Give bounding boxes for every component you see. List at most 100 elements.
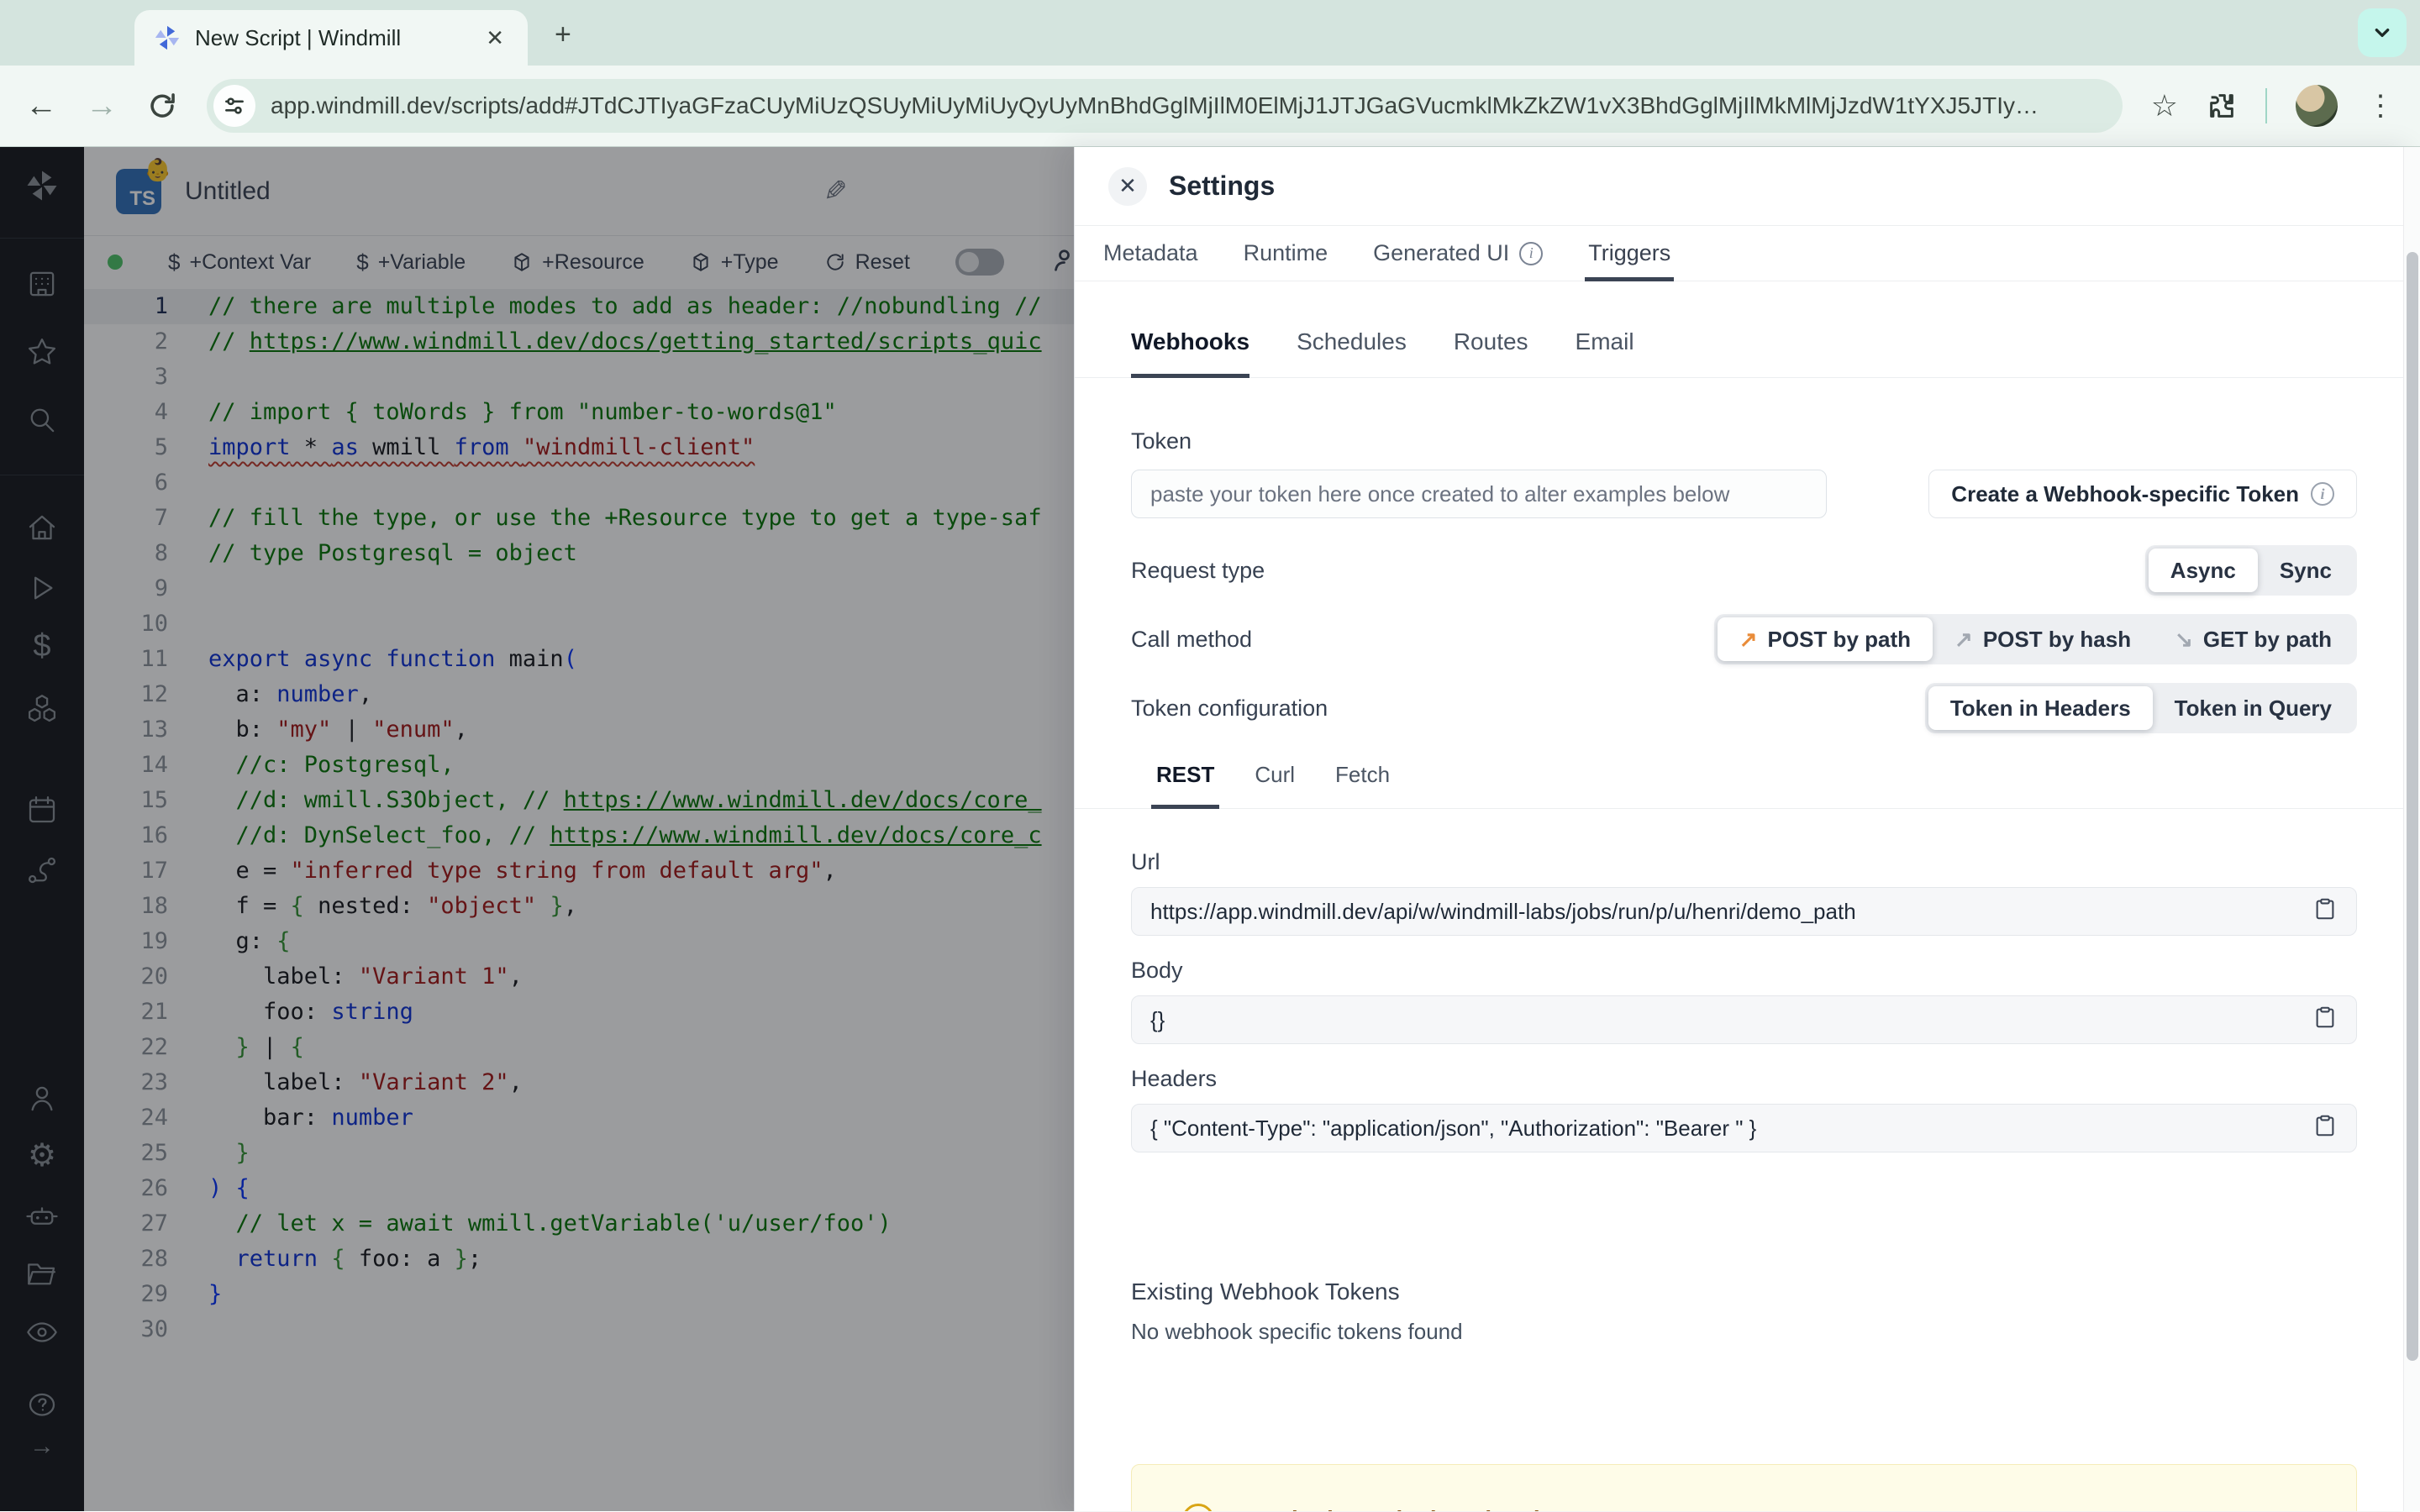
browser-tab[interactable]: New Script | Windmill ✕ <box>134 10 528 66</box>
tab-routes[interactable]: Routes <box>1454 328 1528 377</box>
back-button[interactable]: ← <box>25 90 57 122</box>
panel-scrollbar[interactable] <box>2403 147 2420 1511</box>
forward-button[interactable]: → <box>86 90 118 122</box>
code-line[interactable]: 29} <box>84 1277 1074 1312</box>
diff-toggle[interactable] <box>955 249 1004 276</box>
code-line[interactable]: 23 label: "Variant 2", <box>84 1065 1074 1100</box>
edit-pencil-icon[interactable]: ✎ <box>823 175 848 208</box>
code-line[interactable]: 28 return { foo: a }; <box>84 1242 1074 1277</box>
profile-avatar[interactable] <box>2296 85 2338 127</box>
code-line[interactable]: 22 } | { <box>84 1030 1074 1065</box>
code-line[interactable]: 18 f = { nested: "object" }, <box>84 889 1074 924</box>
code-line[interactable]: 19 g: { <box>84 924 1074 959</box>
code-lines[interactable]: 1 // there are multiple modes to add as h… <box>84 289 1074 1511</box>
sidebar-item-workers[interactable] <box>0 1199 84 1234</box>
windmill-logo-icon[interactable] <box>0 168 84 203</box>
sidebar-item-settings[interactable]: ⚙ <box>0 1140 84 1172</box>
sidebar-item-home[interactable] <box>0 510 84 545</box>
code-line[interactable]: 10 <box>84 606 1074 642</box>
add-context-var-button[interactable]: $ +Context Var <box>168 249 311 276</box>
option-get-by-path[interactable]: ↘ GET by path <box>2153 617 2354 661</box>
assistant-person-icon[interactable] <box>1050 248 1074 277</box>
sidebar-collapse-arrow-icon[interactable]: → <box>0 1434 84 1459</box>
code-line[interactable]: 3 <box>84 360 1074 395</box>
create-webhook-token-button[interactable]: Create a Webhook-specific Token i <box>1928 470 2357 518</box>
reload-button[interactable] <box>146 90 178 122</box>
url-bar[interactable]: app.windmill.dev/scripts/add#JTdCJTIyaGF… <box>207 79 2123 133</box>
tab-schedules[interactable]: Schedules <box>1297 328 1407 377</box>
sidebar-item-workspace[interactable] <box>0 266 84 302</box>
close-icon[interactable]: ✕ <box>1108 166 1147 206</box>
code-line[interactable]: 27 // let x = await wmill.getVariable('u… <box>84 1206 1074 1242</box>
code-line[interactable]: 9 <box>84 571 1074 606</box>
copy-icon[interactable] <box>2312 896 2338 927</box>
code-line[interactable]: 2 // https://www.windmill.dev/docs/gettin… <box>84 324 1074 360</box>
option-post-by-hash[interactable]: ↗ POST by hash <box>1933 617 2153 661</box>
sidebar-item-help[interactable] <box>0 1389 84 1424</box>
tab-email[interactable]: Email <box>1576 328 1634 377</box>
tab-rest[interactable]: REST <box>1150 762 1220 809</box>
tab-search-button[interactable] <box>2358 8 2407 57</box>
code-line[interactable]: 21 foo: string <box>84 995 1074 1030</box>
option-async[interactable]: Async <box>2148 549 2258 592</box>
script-title[interactable]: Untitled <box>185 177 271 206</box>
code-line[interactable]: 7 // fill the type, or use the +Resource … <box>84 501 1074 536</box>
sidebar-item-runs[interactable] <box>0 570 84 606</box>
tab-close-icon[interactable]: ✕ <box>481 25 509 51</box>
url-text[interactable]: app.windmill.dev/scripts/add#JTdCJTIyaGF… <box>271 92 2039 119</box>
option-token-in-headers[interactable]: Token in Headers <box>1928 686 2153 730</box>
code-line[interactable]: 13 b: "my" | "enum", <box>84 712 1074 748</box>
sidebar-item-audit-logs[interactable] <box>0 1315 84 1350</box>
token-input[interactable] <box>1131 470 1827 518</box>
tab-triggers[interactable]: Triggers <box>1585 226 1675 281</box>
code-line[interactable]: 30 <box>84 1312 1074 1347</box>
extensions-icon[interactable] <box>2207 91 2237 121</box>
sidebar-item-schedules[interactable] <box>0 792 84 827</box>
sidebar-item-search[interactable] <box>0 402 84 438</box>
add-resource-button[interactable]: +Resource <box>511 250 644 275</box>
browser-menu-icon[interactable]: ⋮ <box>2366 89 2395 123</box>
code-line[interactable]: 4 // import { toWords } from "number-to-w… <box>84 395 1074 430</box>
code-line[interactable]: 6 <box>84 465 1074 501</box>
option-token-in-query[interactable]: Token in Query <box>2153 686 2354 730</box>
add-type-button[interactable]: +Type <box>690 250 779 275</box>
body-field[interactable]: {} <box>1131 995 2357 1044</box>
tab-runtime[interactable]: Runtime <box>1244 226 1328 281</box>
tab-webhooks[interactable]: Webhooks <box>1131 328 1250 378</box>
code-line[interactable]: 5 import * as wmill from "windmill-client… <box>84 430 1074 465</box>
tab-fetch[interactable]: Fetch <box>1335 762 1390 808</box>
copy-icon[interactable] <box>2312 1005 2338 1036</box>
url-field[interactable]: https://app.windmill.dev/api/w/windmill-… <box>1131 887 2357 936</box>
code-line[interactable]: 1 // there are multiple modes to add as h… <box>84 289 1074 324</box>
site-settings-icon[interactable] <box>213 85 255 127</box>
sidebar-item-user[interactable] <box>0 1081 84 1116</box>
code-line[interactable]: 24 bar: number <box>84 1100 1074 1136</box>
new-tab-button[interactable]: + <box>555 18 571 51</box>
code-line[interactable]: 25 } <box>84 1136 1074 1171</box>
sidebar-item-variables[interactable]: $ <box>0 630 84 662</box>
code-line[interactable]: 26) { <box>84 1171 1074 1206</box>
code-line[interactable]: 14 //c: Postgresql, <box>84 748 1074 783</box>
sidebar-item-routes[interactable] <box>0 853 84 888</box>
headers-field[interactable]: { "Content-Type": "application/json", "A… <box>1131 1104 2357 1152</box>
code-line[interactable]: 20 label: "Variant 1", <box>84 959 1074 995</box>
copy-icon[interactable] <box>2312 1113 2338 1144</box>
bookmark-star-icon[interactable]: ☆ <box>2151 88 2178 123</box>
tab-curl[interactable]: Curl <box>1255 762 1295 808</box>
code-line[interactable]: 11 export async function main( <box>84 642 1074 677</box>
add-variable-button[interactable]: $ +Variable <box>356 249 466 276</box>
code-line[interactable]: 15 //d: wmill.S3Object, // https://www.w… <box>84 783 1074 818</box>
code-line[interactable]: 8 // type Postgresql = object <box>84 536 1074 571</box>
tab-metadata[interactable]: Metadata <box>1103 226 1198 281</box>
reset-button[interactable]: Reset <box>824 250 910 275</box>
sidebar-item-folders[interactable] <box>0 1256 84 1291</box>
option-post-by-path[interactable]: ↗ POST by path <box>1717 617 1933 661</box>
code-line[interactable]: 12 a: number, <box>84 677 1074 712</box>
code-line[interactable]: 16 //d: DynSelect_foo, // https://www.wi… <box>84 818 1074 853</box>
sidebar-item-resources[interactable] <box>0 691 84 727</box>
tab-generated-ui[interactable]: Generated UI i <box>1373 226 1544 281</box>
scrollbar-thumb[interactable] <box>2407 252 2418 1361</box>
sidebar-item-favorites[interactable] <box>0 334 84 370</box>
code-line[interactable]: 17 e = "inferred type string from defaul… <box>84 853 1074 889</box>
typescript-badge[interactable]: TS 👶 <box>116 157 171 214</box>
